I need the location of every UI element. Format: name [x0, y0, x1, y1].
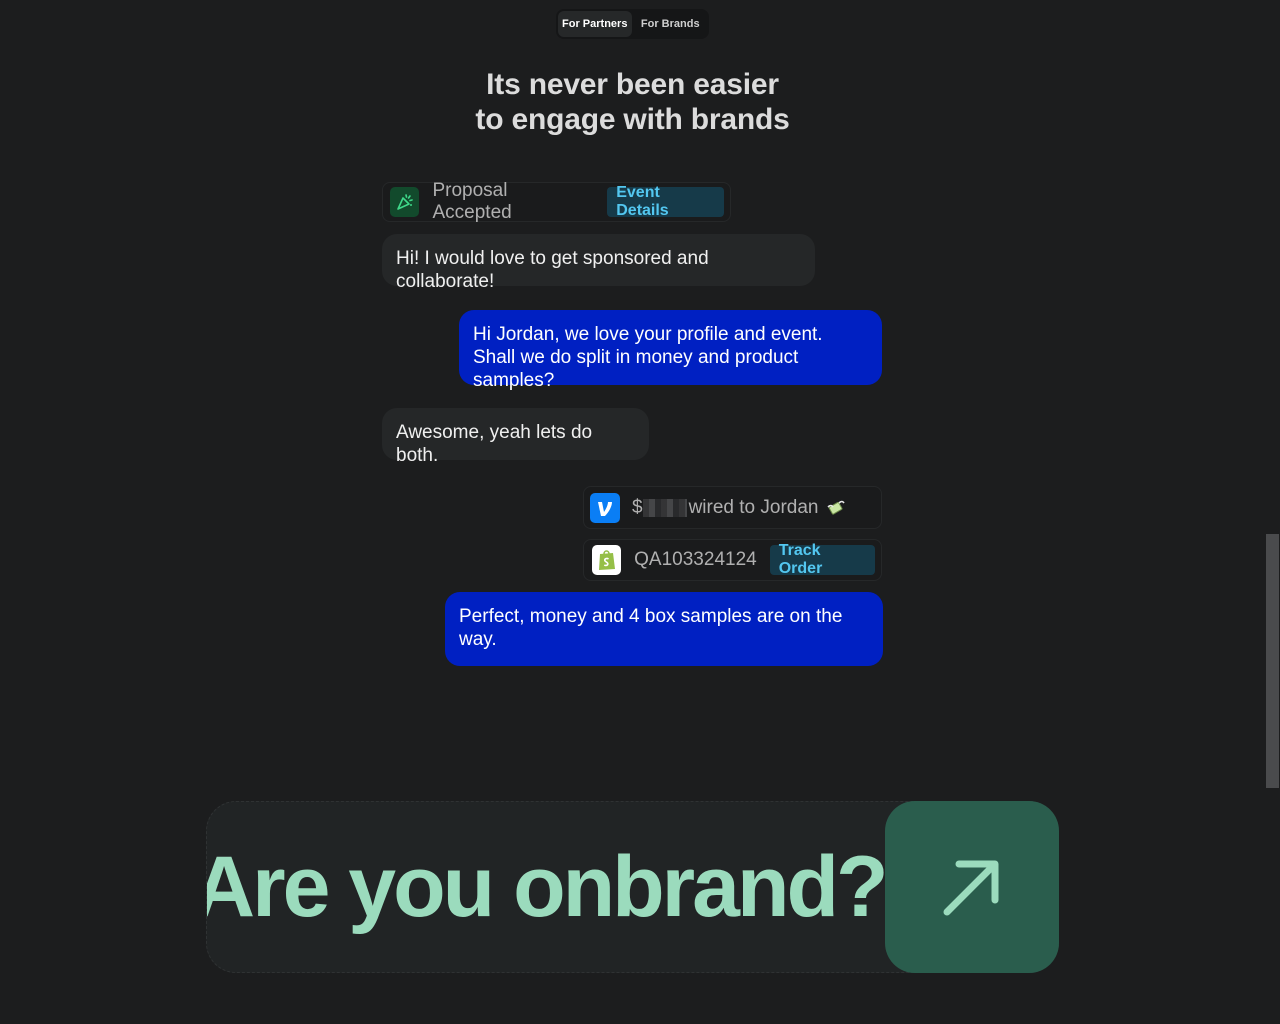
payment-chip: $ wired to Jordan: [583, 486, 882, 529]
message-bubble-partner: Awesome, yeah lets do both.: [382, 408, 649, 466]
arrow-up-right-icon: [937, 852, 1007, 922]
headline-line-1: Its never been easier: [486, 68, 779, 101]
event-details-button[interactable]: Event Details: [607, 184, 724, 219]
message-bubble-partner: Hi! I would love to get sponsored and co…: [382, 234, 815, 292]
party-popper-icon: [390, 187, 420, 217]
tab-for-partners[interactable]: For Partners: [558, 11, 632, 37]
venmo-icon: [590, 492, 620, 523]
tab-for-brands[interactable]: For Brands: [634, 11, 708, 37]
headline-line-2: to engage with brands: [475, 103, 790, 136]
audience-toggle: For Partners For Brands: [556, 9, 709, 39]
scrollbar[interactable]: [1265, 0, 1280, 1024]
track-order-button[interactable]: Track Order: [769, 542, 875, 577]
cta-text: Are you onbrand?: [206, 839, 889, 935]
proposal-accepted-chip: Proposal Accepted Event Details: [382, 180, 731, 223]
message-bubble-brand: Perfect, money and 4 box samples are on …: [445, 592, 883, 666]
payment-currency: $: [632, 496, 643, 518]
payment-text: wired to Jordan: [688, 496, 819, 518]
message-bubble-brand: Hi Jordan, we love your profile and even…: [459, 310, 882, 391]
cta-arrow-button[interactable]: [885, 801, 1059, 973]
scrollbar-thumb[interactable]: [1266, 534, 1279, 788]
order-chip: QA103324124 Track Order: [583, 539, 882, 581]
money-with-wings-icon: [826, 498, 846, 518]
tracking-number: QA103324124: [634, 549, 757, 570]
shopify-icon: [592, 545, 622, 575]
proposal-status-text: Proposal Accepted: [432, 180, 512, 223]
redacted-amount: [642, 498, 687, 517]
